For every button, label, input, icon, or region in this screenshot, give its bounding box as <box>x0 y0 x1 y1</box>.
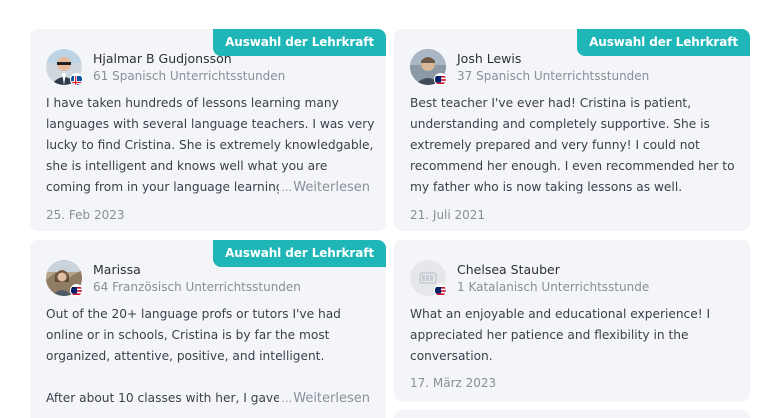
reviewer-header: Hjalmar B Gudjonsson 61 Spanisch Unterri… <box>46 47 285 87</box>
review-date: 25. Feb 2023 <box>46 208 125 222</box>
lesson-count: 37 Spanisch Unterrichtsstunden <box>457 68 650 83</box>
avatar <box>46 49 83 86</box>
review-date: 21. Juli 2021 <box>410 208 486 222</box>
usa-flag-icon <box>70 284 83 297</box>
reviewer-name: Hjalmar B Gudjonsson <box>93 50 232 66</box>
reviewer-name: Marissa <box>93 261 141 277</box>
reviewer-name: Josh Lewis <box>457 50 522 66</box>
usa-flag-icon <box>434 284 447 297</box>
review-text-continued: After about 10 classes with her, I gave … <box>46 391 282 405</box>
read-more-link[interactable]: …Weiterlesen <box>279 177 370 198</box>
review-date: 17. März 2023 <box>410 376 497 390</box>
lesson-count: 64 Französisch Unterrichtsstunden <box>93 279 301 294</box>
reviewer-header: Josh Lewis 37 Spanisch Unterrichtsstunde… <box>410 47 649 87</box>
review-card: Auswahl der Lehrkraft <box>394 29 750 231</box>
iceland-flag-icon <box>70 73 83 86</box>
review-text: Out of the 20+ language profs or tutors … <box>46 307 341 363</box>
reviewer-header: Chelsea Stauber 1 Katalanisch Unterricht… <box>410 258 649 298</box>
ellipsis-icon: … <box>281 181 293 194</box>
lesson-count: 61 Spanisch Unterrichtsstunden <box>93 68 286 83</box>
read-more-label: Weiterlesen <box>293 391 370 406</box>
usa-flag-icon <box>434 73 447 86</box>
read-more-label: Weiterlesen <box>293 180 370 195</box>
review-card-partial <box>394 410 750 418</box>
review-card: Chelsea Stauber 1 Katalanisch Unterricht… <box>394 240 750 402</box>
reviewer-header: Marissa 64 Französisch Unterrichtsstunde… <box>46 258 301 298</box>
review-text: Best teacher I've ever had! Cristina is … <box>410 96 735 194</box>
avatar <box>410 49 447 86</box>
reviewer-name: Chelsea Stauber <box>457 261 560 277</box>
ellipsis-icon: … <box>281 392 293 405</box>
review-card: Auswahl der Lehrkraft <box>30 29 386 231</box>
review-card: Auswahl der Lehrkraft <box>30 240 386 418</box>
avatar <box>410 260 447 297</box>
review-text: What an enjoyable and educational experi… <box>410 307 711 363</box>
read-more-link[interactable]: …Weiterlesen <box>279 388 370 409</box>
lesson-count: 1 Katalanisch Unterrichtsstunde <box>457 279 650 294</box>
avatar <box>46 260 83 297</box>
